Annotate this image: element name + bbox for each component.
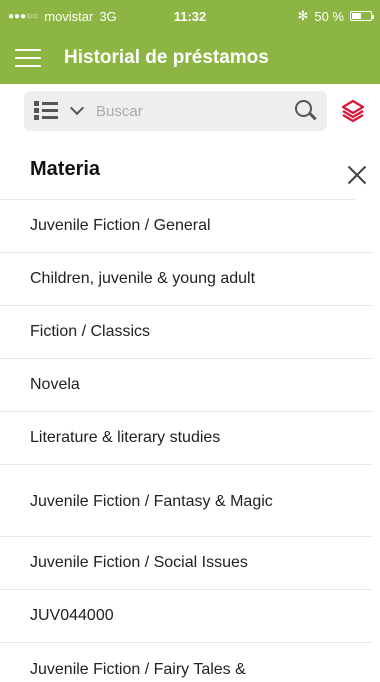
- search-input[interactable]: [96, 102, 295, 120]
- hamburger-icon[interactable]: [0, 32, 56, 84]
- list-item[interactable]: Fiction / Classics: [0, 306, 372, 359]
- list-item[interactable]: Children, juvenile & young adult: [0, 253, 372, 306]
- list-item[interactable]: Novela: [0, 359, 372, 412]
- status-bar: ●●●○○ movistar 3G 11:32 ✻ 50 %: [0, 0, 380, 32]
- battery-percent: 50 %: [314, 8, 344, 24]
- panel-title: Materia: [30, 157, 101, 180]
- chevron-down-icon[interactable]: [69, 100, 85, 116]
- app-bar: Historial de préstamos: [0, 32, 380, 84]
- battery-icon: [350, 11, 374, 21]
- search-box: [24, 91, 327, 131]
- list-item[interactable]: JUV044000: [0, 590, 372, 643]
- panel-header: Materia: [0, 138, 380, 200]
- list-view-icon[interactable]: [34, 100, 58, 122]
- page-title: Historial de préstamos: [64, 47, 269, 68]
- close-icon[interactable]: [346, 164, 368, 186]
- signal-strength: ●●●○○: [8, 10, 39, 22]
- list-item[interactable]: Juvenile Fiction / General: [0, 200, 372, 253]
- search-icon[interactable]: [295, 100, 317, 122]
- list-item[interactable]: Literature & literary studies: [0, 412, 372, 465]
- subject-list: Juvenile Fiction / General Children, juv…: [0, 200, 380, 682]
- carrier-name: movistar: [44, 8, 94, 24]
- subject-filter-panel: Materia Juvenile Fiction / General Child…: [0, 138, 380, 682]
- network-type: 3G: [99, 8, 117, 24]
- layers-icon[interactable]: [333, 91, 372, 131]
- list-item[interactable]: Juvenile Fiction / Fairy Tales & Folklor…: [0, 643, 372, 682]
- list-item[interactable]: Juvenile Fiction / Fantasy & Magic: [0, 465, 372, 537]
- bluetooth-icon: ✻: [297, 8, 309, 23]
- search-bar: [0, 84, 380, 138]
- divider: [0, 199, 355, 200]
- list-item[interactable]: Juvenile Fiction / Social Issues: [0, 537, 372, 590]
